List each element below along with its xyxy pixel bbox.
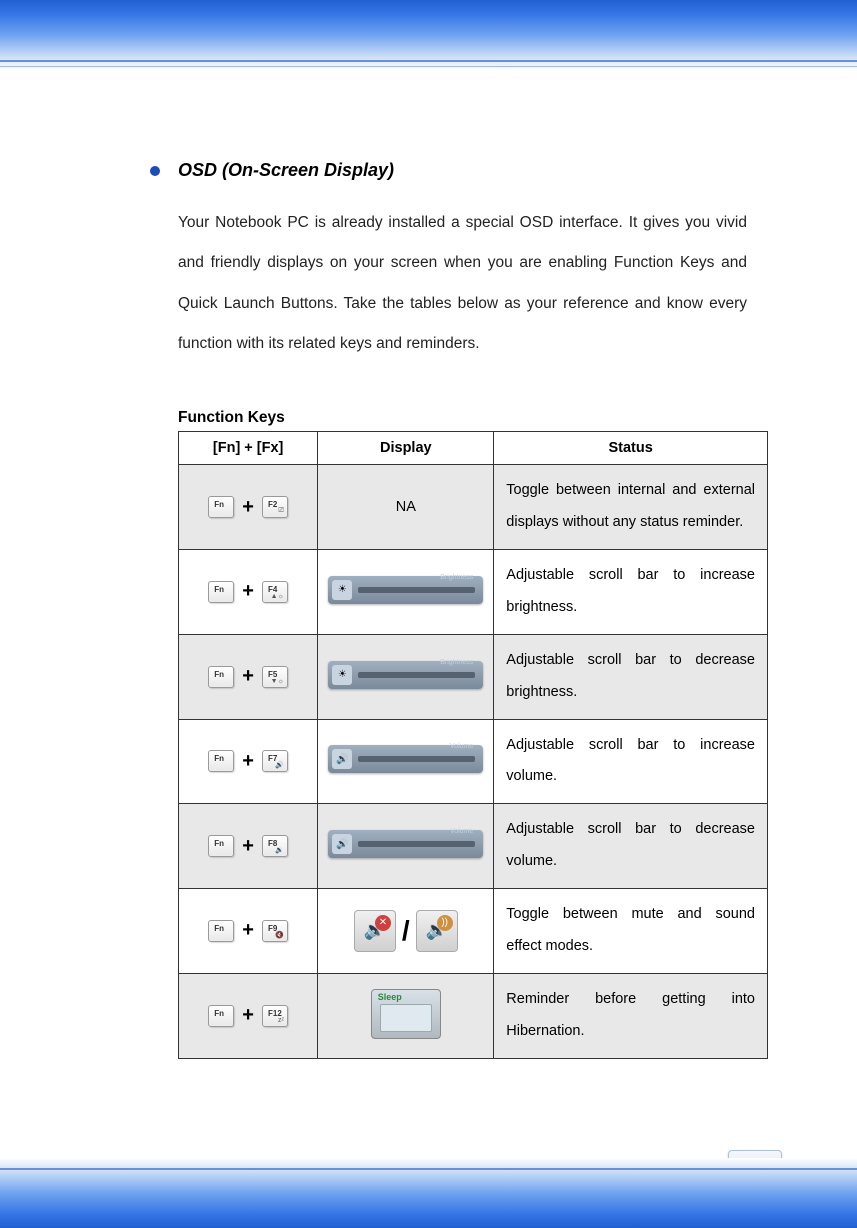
fx-keycap: F5▼☼ <box>262 666 288 688</box>
plus-icon: + <box>242 750 254 773</box>
section-title: OSD (On-Screen Display) <box>178 160 394 181</box>
fx-keycap: F9🔇 <box>262 920 288 942</box>
header-banner <box>0 0 857 70</box>
table-row: Fn + F4▲☼ ☀ Brightness Adjustable scroll… <box>179 549 768 634</box>
sun-icon: ☀ <box>332 665 352 685</box>
plus-icon: + <box>242 835 254 858</box>
fn-keycap: Fn <box>208 666 234 688</box>
fn-keycap: Fn <box>208 750 234 772</box>
footer-divider <box>0 1168 857 1170</box>
key-cell: Fn + F5▼☼ <box>179 634 318 719</box>
speaker-muted-icon: 🔈✕ <box>354 910 396 952</box>
status-cell: Toggle between internal and external dis… <box>494 465 768 550</box>
fx-keycap: F12zᶻ <box>262 1005 288 1027</box>
sound-badge-icon: )) <box>437 915 453 931</box>
header-divider-thin <box>0 66 857 67</box>
key-cell: Fn + F2⎚ <box>179 465 318 550</box>
speaker-icon: 🔊 <box>332 749 352 769</box>
sleep-reminder-icon: Sleep <box>371 989 441 1039</box>
fn-keycap: Fn <box>208 1005 234 1027</box>
display-cell: 🔊 Volume <box>318 719 494 804</box>
display-cell: ☀ Brightness <box>318 634 494 719</box>
brightness-bar-icon: ☀ Brightness <box>328 576 483 604</box>
table-header-row: [Fn] + [Fx] Display Status <box>179 432 768 465</box>
osd-track <box>358 587 475 593</box>
plus-icon: + <box>242 1004 254 1027</box>
fn-keycap: Fn <box>208 581 234 603</box>
volume-bar-icon: 🔊 Volume <box>328 830 483 858</box>
table-heading: Function Keys <box>178 409 747 427</box>
speaker-on-icon: 🔈)) <box>416 910 458 952</box>
fn-keycap: Fn <box>208 496 234 518</box>
display-cell: 🔊 Volume <box>318 804 494 889</box>
table-row: Fn + F7🔊 🔊 Volume Adjustable scroll bar … <box>179 719 768 804</box>
header-status: Status <box>494 432 768 465</box>
key-cell: Fn + F12zᶻ <box>179 973 318 1058</box>
key-cell: Fn + F4▲☼ <box>179 549 318 634</box>
fx-keycap: F4▲☼ <box>262 581 288 603</box>
status-cell: Adjustable scroll bar to decrease volume… <box>494 804 768 889</box>
osd-track <box>358 672 475 678</box>
key-cell: Fn + F9🔇 <box>179 889 318 974</box>
sun-icon: ☀ <box>332 580 352 600</box>
plus-icon: + <box>242 580 254 603</box>
osd-label: Volume <box>450 743 473 750</box>
osd-label: Volume <box>450 828 473 835</box>
display-cell: ☀ Brightness <box>318 549 494 634</box>
status-cell: Adjustable scroll bar to decrease bright… <box>494 634 768 719</box>
fn-keycap: Fn <box>208 920 234 942</box>
key-cell: Fn + F8🔉 <box>179 804 318 889</box>
osd-track <box>358 841 475 847</box>
page-content: OSD (On-Screen Display) Your Notebook PC… <box>0 70 857 1059</box>
key-cell: Fn + F7🔊 <box>179 719 318 804</box>
osd-label: Brightness <box>440 574 473 581</box>
fx-keycap: F8🔉 <box>262 835 288 857</box>
section-header-row: OSD (On-Screen Display) <box>150 160 747 181</box>
bullet-icon <box>150 166 160 176</box>
header-display: Display <box>318 432 494 465</box>
slash-separator: / <box>402 915 410 947</box>
table-row: Fn + F5▼☼ ☀ Brightness Adjustable scroll… <box>179 634 768 719</box>
table-row: Fn + F8🔉 🔊 Volume Adjustable scroll bar … <box>179 804 768 889</box>
status-cell: Reminder before getting into Hibernation… <box>494 973 768 1058</box>
osd-label: Brightness <box>440 659 473 666</box>
osd-track <box>358 756 475 762</box>
table-row: Fn + F9🔇 🔈✕ / 🔈)) Toggle between mute an… <box>179 889 768 974</box>
display-cell: Sleep <box>318 973 494 1058</box>
speaker-icon: 🔊 <box>332 834 352 854</box>
function-keys-table: [Fn] + [Fx] Display Status Fn + F2⎚ NA T… <box>178 431 768 1058</box>
plus-icon: + <box>242 665 254 688</box>
volume-bar-icon: 🔊 Volume <box>328 745 483 773</box>
fx-keycap: F2⎚ <box>262 496 288 518</box>
section-description: Your Notebook PC is already installed a … <box>178 203 747 364</box>
status-cell: Adjustable scroll bar to increase bright… <box>494 549 768 634</box>
brightness-bar-icon: ☀ Brightness <box>328 661 483 689</box>
table-row: Fn + F12zᶻ Sleep Reminder before getting… <box>179 973 768 1058</box>
mute-badge-icon: ✕ <box>375 915 391 931</box>
status-cell: Toggle between mute and sound effect mod… <box>494 889 768 974</box>
status-cell: Adjustable scroll bar to increase volume… <box>494 719 768 804</box>
plus-icon: + <box>242 496 254 519</box>
fx-keycap: F7🔊 <box>262 750 288 772</box>
display-cell: 🔈✕ / 🔈)) <box>318 889 494 974</box>
header-fnfx: [Fn] + [Fx] <box>179 432 318 465</box>
sleep-label: Sleep <box>378 992 402 1002</box>
table-row: Fn + F2⎚ NA Toggle between internal and … <box>179 465 768 550</box>
footer-banner <box>0 1158 857 1228</box>
mute-toggle-icons: 🔈✕ / 🔈)) <box>354 910 458 952</box>
fn-keycap: Fn <box>208 835 234 857</box>
plus-icon: + <box>242 919 254 942</box>
header-divider <box>0 60 857 62</box>
display-cell: NA <box>318 465 494 550</box>
sleep-inner-icon <box>380 1004 432 1032</box>
